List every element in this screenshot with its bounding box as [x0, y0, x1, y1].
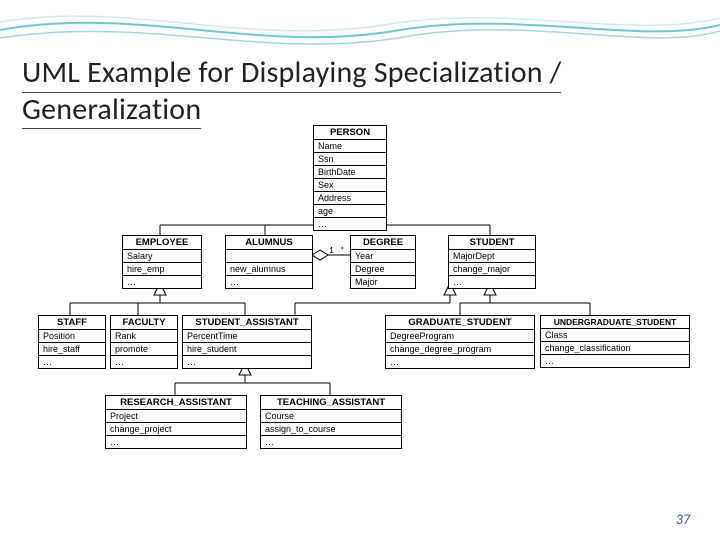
attr: Rank	[111, 330, 177, 343]
class-person: PERSON Name Ssn BirthDate Sex Address ag…	[313, 125, 387, 231]
class-name: PERSON	[314, 126, 386, 140]
slide: UML Example for Displaying Specializatio…	[0, 0, 720, 540]
class-undergraduate-student: UNDERGRADUATE_STUDENT Class change_class…	[540, 315, 690, 368]
op: …	[541, 355, 689, 367]
attr: Name	[314, 140, 386, 153]
class-name: GRADUATE_STUDENT	[386, 316, 534, 330]
op: assign_to_course	[261, 423, 401, 436]
op: …	[261, 436, 401, 448]
class-student-assistant: STUDENT_ASSISTANT PercentTime hire_stude…	[182, 315, 312, 369]
attr: Year	[351, 250, 415, 263]
title-line-1: UML Example for Displaying Specializatio…	[22, 56, 561, 93]
class-graduate-student: GRADUATE_STUDENT DegreeProgram change_de…	[385, 315, 535, 369]
attr: Project	[106, 410, 246, 423]
op: change_degree_program	[386, 343, 534, 356]
class-employee: EMPLOYEE Salary hire_emp …	[122, 235, 202, 289]
attr: Degree	[351, 263, 415, 276]
op: change_major	[449, 263, 535, 276]
op: hire_emp	[123, 263, 201, 276]
class-name: EMPLOYEE	[123, 236, 201, 250]
mult-left: 1	[329, 245, 334, 256]
op: hire_student	[183, 343, 311, 356]
class-name: RESEARCH_ASSISTANT	[106, 396, 246, 410]
op: …	[226, 276, 312, 288]
op: change_classification	[541, 342, 689, 355]
attr	[226, 250, 312, 263]
class-name: UNDERGRADUATE_STUDENT	[541, 316, 689, 329]
op: …	[111, 356, 177, 368]
attr: Sex	[314, 179, 386, 192]
class-name: STUDENT_ASSISTANT	[183, 316, 311, 330]
op: change_project	[106, 423, 246, 436]
attr: MajorDept	[449, 250, 535, 263]
class-degree: DEGREE Year Degree Major	[350, 235, 416, 289]
op: …	[314, 218, 386, 230]
op: …	[386, 356, 534, 368]
attr: Major	[351, 276, 415, 288]
uml-diagram: PERSON Name Ssn BirthDate Sex Address ag…	[30, 125, 690, 505]
op: age	[314, 205, 386, 218]
class-name: STUDENT	[449, 236, 535, 250]
class-research-assistant: RESEARCH_ASSISTANT Project change_projec…	[105, 395, 247, 449]
title-line-2: Generalization	[22, 93, 201, 130]
class-faculty: FACULTY Rank promote …	[110, 315, 178, 369]
op: new_alumnus	[226, 263, 312, 276]
attr: Course	[261, 410, 401, 423]
attr: BirthDate	[314, 166, 386, 179]
attr: Position	[39, 330, 105, 343]
op: …	[106, 436, 246, 448]
op: …	[123, 276, 201, 288]
class-name: STAFF	[39, 316, 105, 330]
attr: DegreeProgram	[386, 330, 534, 343]
class-student: STUDENT MajorDept change_major …	[448, 235, 536, 289]
mult-right: *	[340, 245, 344, 256]
op: …	[39, 356, 105, 368]
class-alumnus: ALUMNUS new_alumnus …	[225, 235, 313, 289]
class-name: FACULTY	[111, 316, 177, 330]
class-teaching-assistant: TEACHING_ASSISTANT Course assign_to_cour…	[260, 395, 402, 449]
op: hire_staff	[39, 343, 105, 356]
class-name: ALUMNUS	[226, 236, 312, 250]
page-number: 37	[676, 511, 690, 528]
class-name: DEGREE	[351, 236, 415, 250]
op: …	[183, 356, 311, 368]
attr: Address	[314, 192, 386, 205]
attr: Class	[541, 329, 689, 342]
attr: Salary	[123, 250, 201, 263]
attr: Ssn	[314, 153, 386, 166]
attr: PercentTime	[183, 330, 311, 343]
class-name: TEACHING_ASSISTANT	[261, 396, 401, 410]
op: promote	[111, 343, 177, 356]
class-staff: STAFF Position hire_staff …	[38, 315, 106, 369]
slide-title: UML Example for Displaying Specializatio…	[22, 56, 561, 129]
op: …	[449, 276, 535, 288]
